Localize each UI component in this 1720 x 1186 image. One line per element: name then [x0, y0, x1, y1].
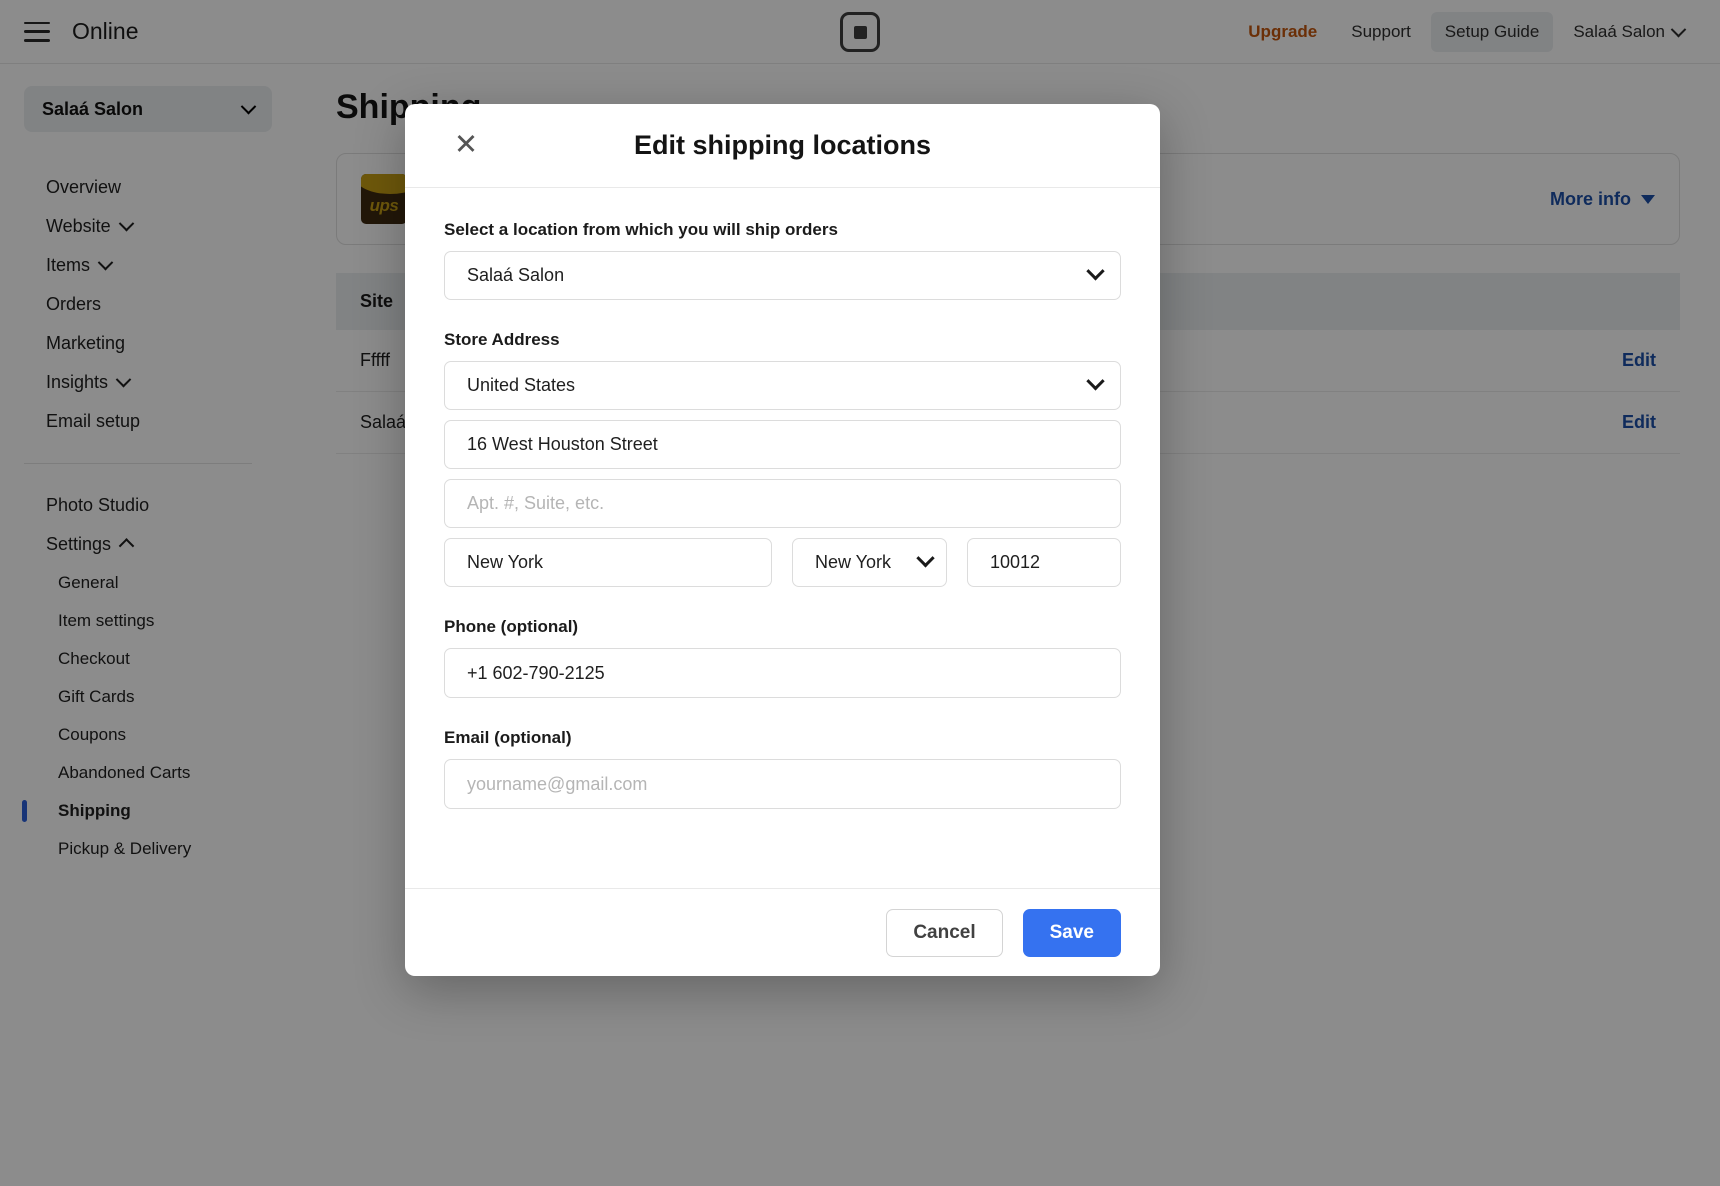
country-select[interactable]: United States [444, 361, 1121, 410]
dialog-body: Select a location from which you will sh… [405, 188, 1160, 888]
email-input[interactable]: yourname@gmail.com [444, 759, 1121, 809]
country-select-value: United States [467, 375, 575, 396]
apt-suite-placeholder: Apt. #, Suite, etc. [467, 493, 604, 514]
city-state-zip-row: New York New York 10012 [444, 538, 1121, 587]
zip-input[interactable]: 10012 [967, 538, 1121, 587]
dialog-title: Edit shipping locations [634, 130, 931, 161]
phone-value: +1 602-790-2125 [467, 663, 605, 684]
state-value: New York [815, 552, 891, 573]
edit-shipping-locations-dialog: ✕ Edit shipping locations Select a locat… [405, 104, 1160, 976]
chevron-down-icon [916, 549, 934, 567]
phone-input[interactable]: +1 602-790-2125 [444, 648, 1121, 698]
zip-value: 10012 [990, 552, 1040, 573]
state-select[interactable]: New York [792, 538, 947, 587]
street-address-value: 16 West Houston Street [467, 434, 658, 455]
email-label: Email (optional) [444, 728, 1121, 748]
close-icon[interactable]: ✕ [451, 131, 481, 161]
chevron-down-icon [1086, 262, 1104, 280]
email-placeholder: yourname@gmail.com [467, 774, 647, 795]
store-address-label: Store Address [444, 330, 1121, 350]
city-input[interactable]: New York [444, 538, 772, 587]
dialog-footer: Cancel Save [405, 888, 1160, 976]
location-select-value: Salaá Salon [467, 265, 564, 286]
city-value: New York [467, 552, 543, 573]
dialog-header: ✕ Edit shipping locations [405, 104, 1160, 188]
chevron-down-icon [1086, 372, 1104, 390]
phone-label: Phone (optional) [444, 617, 1121, 637]
location-select[interactable]: Salaá Salon [444, 251, 1121, 300]
apt-suite-input[interactable]: Apt. #, Suite, etc. [444, 479, 1121, 528]
street-address-input[interactable]: 16 West Houston Street [444, 420, 1121, 469]
save-button[interactable]: Save [1023, 909, 1121, 957]
cancel-button[interactable]: Cancel [886, 909, 1002, 957]
location-select-label: Select a location from which you will sh… [444, 220, 1121, 240]
